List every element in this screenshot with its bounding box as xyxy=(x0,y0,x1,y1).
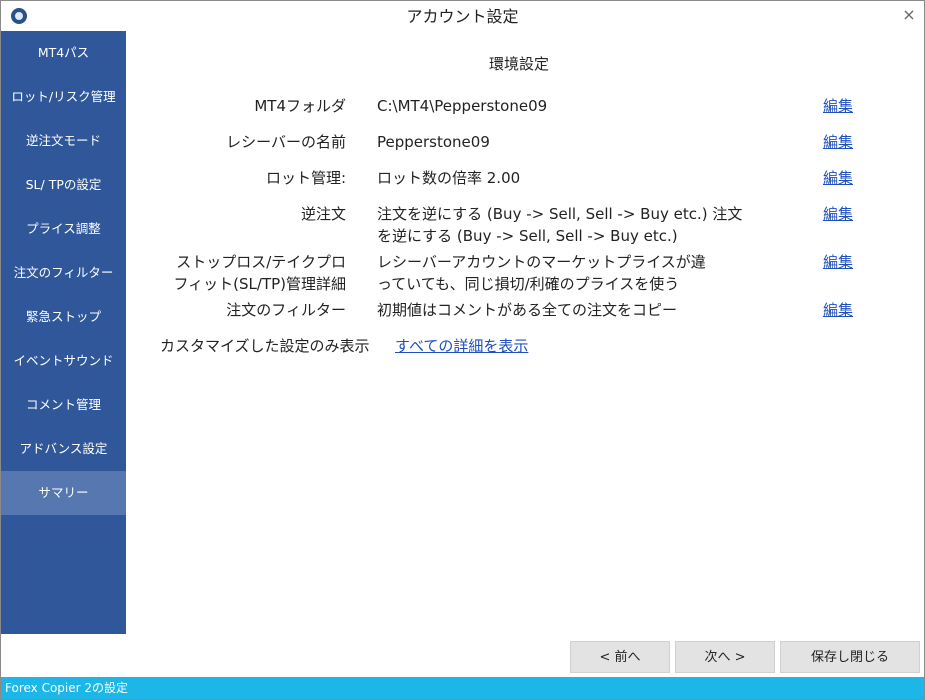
edit-link-lot-management[interactable]: 編集 xyxy=(823,167,853,189)
edit-link-sl-tp[interactable]: 編集 xyxy=(823,251,853,273)
value-line: 注文を逆にする (Buy -> Sell, Sell -> Buy etc.) … xyxy=(377,205,743,223)
show-all-details-link[interactable]: すべての詳細を表示 xyxy=(395,335,528,357)
row-value-lot-management: ロット数の倍率 2.00 xyxy=(377,169,521,187)
sidebar-item-emergency-stop[interactable]: 緊急ストップ xyxy=(1,295,126,339)
sidebar-item-comment[interactable]: コメント管理 xyxy=(1,383,126,427)
row-value-mt4-folder: C:\MT4\Pepperstone09 xyxy=(377,97,548,115)
row-label-reverse-order: 逆注文 xyxy=(300,205,346,223)
row-value-reverse-order: 注文を逆にする (Buy -> Sell, Sell -> Buy etc.) … xyxy=(377,203,747,247)
sidebar-item-reverse-order[interactable]: 逆注文モード xyxy=(1,119,126,163)
sidebar-item-advanced[interactable]: アドバンス設定 xyxy=(1,427,126,471)
row-label-receiver-name: レシーバーの名前 xyxy=(226,133,346,151)
edit-link-reverse-order[interactable]: 編集 xyxy=(823,203,853,225)
row-label-lot-management: ロット管理: xyxy=(265,169,346,187)
section-heading: 環境設定 xyxy=(488,55,549,73)
edit-link-order-filter[interactable]: 編集 xyxy=(823,299,853,321)
row-value-receiver-name: Pepperstone09 xyxy=(377,133,490,151)
prev-button[interactable]: < 前へ xyxy=(570,641,670,673)
sidebar-item-sl-tp[interactable]: SL/ TPの設定 xyxy=(1,163,126,207)
value-line: レシーバーアカウントのマーケットプライスが違 xyxy=(377,253,706,271)
sidebar-item-price-adjust[interactable]: プライス調整 xyxy=(1,207,126,251)
row-value-sl-tp: レシーバーアカウントのマーケットプライスが違 っていても、同じ損切/利確のプライ… xyxy=(377,251,747,295)
customized-only-label: カスタマイズした設定のみ表示 xyxy=(160,337,370,355)
row-label-sl-tp: ストップロス/テイクプロ フィット(SL/TP)管理詳細 xyxy=(121,251,346,295)
row-label-mt4-folder: MT4フォルダ xyxy=(254,97,346,115)
row-value-order-filter: 初期値はコメントがある全ての注文をコピー xyxy=(377,301,678,319)
sidebar: MT4パス ロット/リスク管理 逆注文モード SL/ TPの設定 プライス調整 … xyxy=(1,31,126,634)
status-text: Forex Copier 2の設定 xyxy=(5,681,129,695)
label-line: フィット(SL/TP)管理詳細 xyxy=(173,275,346,293)
account-settings-window: アカウント設定 × MT4パス ロット/リスク管理 逆注文モード SL/ TPの… xyxy=(0,0,925,700)
sidebar-item-event-sound[interactable]: イベントサウンド xyxy=(1,339,126,383)
edit-link-mt4-folder[interactable]: 編集 xyxy=(823,95,853,117)
label-line: ストップロス/テイクプロ xyxy=(176,253,346,271)
row-label-order-filter: 注文のフィルター xyxy=(226,301,346,319)
value-line: っていても、同じ損切/利確のプライスを使う xyxy=(377,275,680,293)
status-bar: Forex Copier 2の設定 xyxy=(1,677,924,699)
edit-link-receiver-name[interactable]: 編集 xyxy=(823,131,853,153)
value-line: を逆にする (Buy -> Sell, Sell -> Buy etc.) xyxy=(377,227,678,245)
next-button[interactable]: 次へ > xyxy=(675,641,775,673)
close-icon[interactable]: × xyxy=(900,6,918,24)
sidebar-item-lot-risk[interactable]: ロット/リスク管理 xyxy=(1,75,126,119)
save-close-button[interactable]: 保存し閉じる xyxy=(780,641,920,673)
title-bar: アカウント設定 × xyxy=(1,1,924,31)
sidebar-item-summary[interactable]: サマリー xyxy=(1,471,126,515)
sidebar-item-order-filter[interactable]: 注文のフィルター xyxy=(1,251,126,295)
window-title: アカウント設定 xyxy=(406,7,519,26)
sidebar-item-mt4-path[interactable]: MT4パス xyxy=(1,31,126,75)
